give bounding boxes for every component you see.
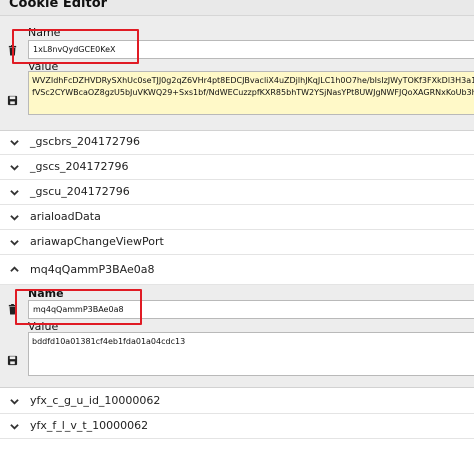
cookie-row[interactable]: _gscbrs_204172796: [0, 131, 474, 155]
cookie-row-label: _gscs_204172796: [30, 160, 129, 173]
cookie-row-label: arialoadData: [30, 210, 101, 223]
cookie-name-input[interactable]: [28, 40, 474, 59]
trash-icon[interactable]: [6, 303, 18, 315]
value-line: fVSc2CYWBcaOZ8gzU5bJuVKWQ29+Sxs1bf/NdWEC…: [32, 88, 474, 97]
cookie-value-textarea[interactable]: WVZIdhFcDZHVDRySXhUc0seTJJ0g2qZ6VHr4pt8E…: [28, 71, 474, 115]
chevron-up-icon: [10, 265, 19, 274]
cookie-row[interactable]: _gscs_204172796: [0, 156, 474, 180]
cookie-row-label: _gscu_204172796: [30, 185, 130, 198]
cookie-row[interactable]: yfx_f_l_v_t_10000062: [0, 415, 474, 439]
save-icon[interactable]: [6, 94, 18, 106]
cookie-editor-panel: Name Value bddfd10a01381cf4eb1fda01a04cd…: [0, 285, 474, 388]
cookie-row[interactable]: ariawapChangeViewPort: [0, 231, 474, 255]
value-line: WVZIdhFcDZHVDRySXhUc0seTJJ0g2qZ6VHr4pt8E…: [32, 76, 474, 85]
chevron-down-icon: [10, 163, 19, 172]
cookie-row[interactable]: arialoadData: [0, 206, 474, 230]
trash-icon[interactable]: [6, 44, 18, 56]
window-title: Cookie Editor: [9, 0, 108, 11]
save-icon[interactable]: [6, 354, 18, 366]
chevron-down-icon: [10, 213, 19, 222]
cookie-row-label: yfx_f_l_v_t_10000062: [30, 419, 149, 432]
cookie-row[interactable]: _gscu_204172796: [0, 181, 474, 205]
cookie-row-label: ariawapChangeViewPort: [30, 235, 164, 248]
cookie-row[interactable]: yfx_c_g_u_id_10000062: [0, 390, 474, 414]
chevron-down-icon: [10, 188, 19, 197]
chevron-down-icon: [10, 422, 19, 431]
chevron-down-icon: [10, 397, 19, 406]
name-label: Name: [28, 26, 61, 39]
cookie-name-input[interactable]: [28, 300, 474, 319]
cookie-row-label: _gscbrs_204172796: [30, 135, 140, 148]
cookie-row-label: yfx_c_g_u_id_10000062: [30, 394, 161, 407]
value-line: bddfd10a01381cf4eb1fda01a04cdc13: [32, 337, 186, 346]
window-titlebar: Cookie Editor: [0, 0, 474, 16]
cookie-value-textarea[interactable]: bddfd10a01381cf4eb1fda01a04cdc13: [28, 332, 474, 376]
chevron-down-icon: [10, 138, 19, 147]
cookie-row-label: mq4qQammP3BAe0a8: [30, 263, 155, 276]
chevron-down-icon: [10, 238, 19, 247]
cookie-editor-panel: Name Value WVZIdhFcDZHVDRySXhUc0seTJJ0g2…: [0, 16, 474, 131]
name-label: Name: [28, 287, 64, 300]
cookie-row-expanded[interactable]: mq4qQammP3BAe0a8: [0, 256, 474, 285]
